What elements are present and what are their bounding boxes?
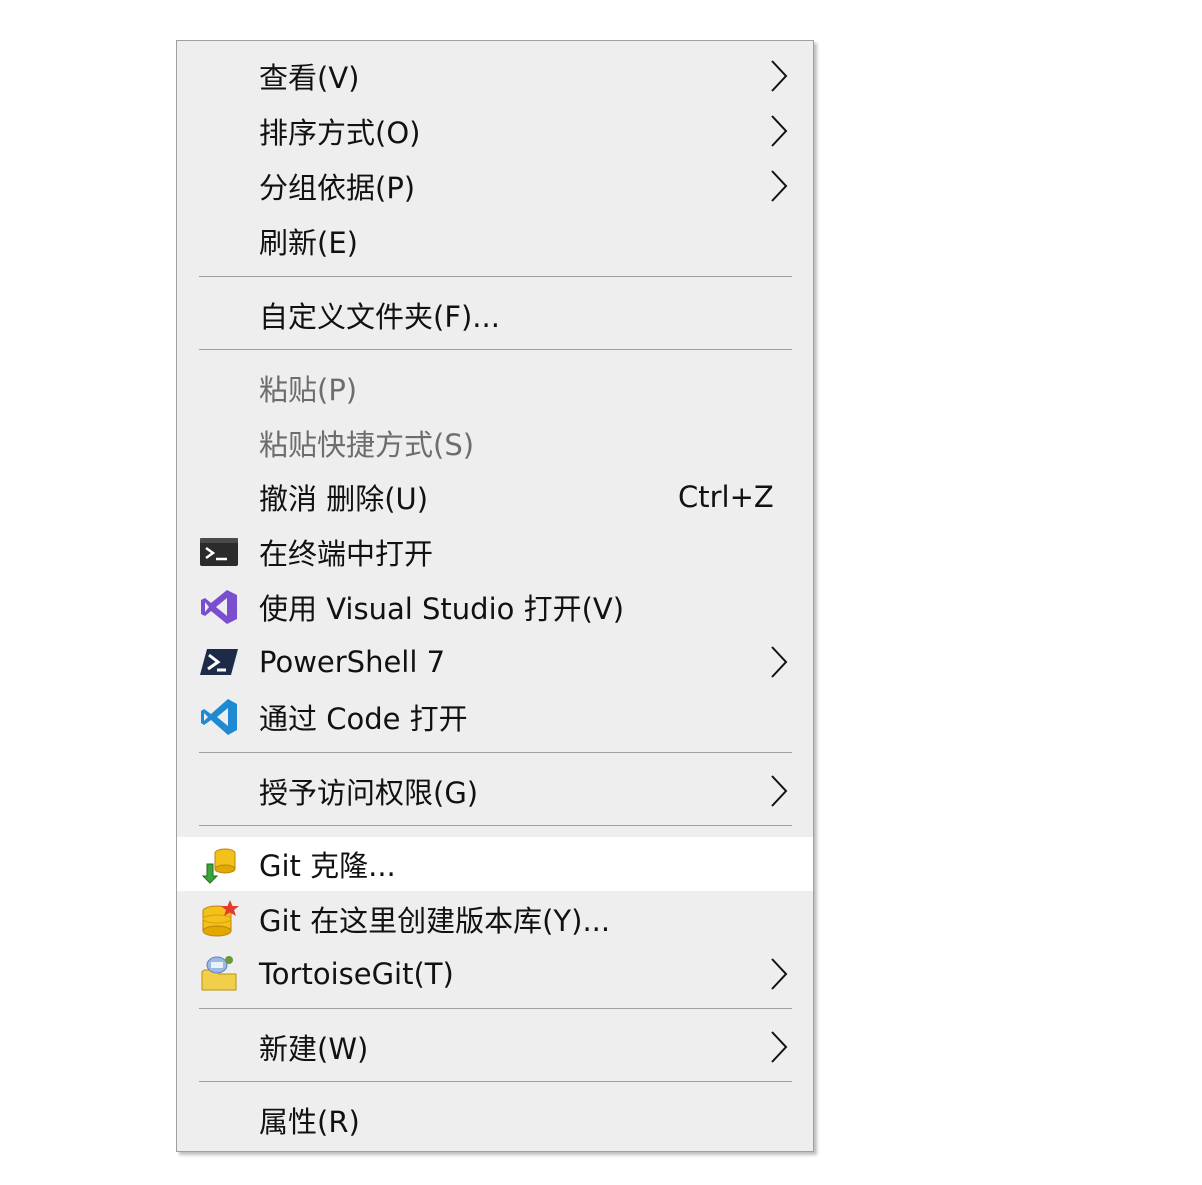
- menu-item-tortoisegit[interactable]: TortoiseGit(T): [177, 947, 813, 1001]
- menu-item-refresh[interactable]: 刷新(E): [177, 214, 813, 268]
- menu-item-new[interactable]: 新建(W): [177, 1020, 813, 1074]
- menu-separator: [199, 276, 792, 277]
- menu-item-label: Git 在这里创建版本库(Y)...: [259, 904, 611, 938]
- chevron-right-icon: [771, 958, 788, 990]
- menu-separator: [199, 1008, 792, 1009]
- menu-item-powershell-7[interactable]: PowerShell 7: [177, 635, 813, 689]
- menu-item-label: 自定义文件夹(F)...: [259, 300, 500, 334]
- menu-item-properties[interactable]: 属性(R): [177, 1093, 813, 1147]
- menu-item-paste: 粘贴(P): [177, 361, 813, 415]
- git-create-repo-icon: [202, 900, 239, 937]
- chevron-right-icon: [771, 60, 788, 92]
- menu-item-label: 排序方式(O): [259, 116, 421, 150]
- context-menu: 查看(V) 排序方式(O) 分组依据(P) 刷新(E) 自定义文件夹(F)...…: [176, 40, 814, 1152]
- powershell-icon: [200, 649, 238, 675]
- visual-studio-icon: [201, 590, 237, 624]
- menu-item-grant-access[interactable]: 授予访问权限(G): [177, 764, 813, 818]
- git-clone-icon: [201, 848, 236, 884]
- chevron-right-icon: [771, 1031, 788, 1063]
- chevron-right-icon: [771, 775, 788, 807]
- chevron-right-icon: [771, 646, 788, 678]
- menu-item-label: 刷新(E): [259, 226, 358, 260]
- menu-item-label: 通过 Code 打开: [259, 702, 468, 736]
- menu-item-label: PowerShell 7: [259, 645, 446, 679]
- menu-item-open-with-code[interactable]: 通过 Code 打开: [177, 690, 813, 744]
- menu-item-label: 使用 Visual Studio 打开(V): [259, 592, 625, 626]
- menu-item-group-by[interactable]: 分组依据(P): [177, 159, 813, 213]
- menu-item-open-in-terminal[interactable]: 在终端中打开: [177, 525, 813, 579]
- menu-item-undo-delete[interactable]: 撤消 删除(U) Ctrl+Z: [177, 470, 813, 524]
- menu-separator: [199, 752, 792, 753]
- menu-item-label: TortoiseGit(T): [259, 957, 454, 991]
- menu-item-customize-folder[interactable]: 自定义文件夹(F)...: [177, 288, 813, 342]
- menu-item-label: 粘贴快捷方式(S): [259, 428, 475, 462]
- menu-item-label: 分组依据(P): [259, 171, 416, 205]
- menu-item-label: 粘贴(P): [259, 373, 358, 407]
- vscode-icon: [201, 699, 237, 735]
- menu-item-label: 属性(R): [259, 1105, 360, 1139]
- menu-item-label: Git 克隆...: [259, 849, 396, 883]
- tortoisegit-icon: [201, 956, 237, 991]
- menu-separator: [199, 825, 792, 826]
- menu-item-sort-by[interactable]: 排序方式(O): [177, 104, 813, 158]
- chevron-right-icon: [771, 170, 788, 202]
- menu-item-paste-shortcut: 粘贴快捷方式(S): [177, 416, 813, 470]
- menu-item-label: 查看(V): [259, 61, 360, 95]
- menu-item-git-create-repo[interactable]: Git 在这里创建版本库(Y)...: [177, 892, 813, 946]
- menu-separator: [199, 1081, 792, 1082]
- menu-item-open-visual-studio[interactable]: 使用 Visual Studio 打开(V): [177, 580, 813, 634]
- menu-item-label: 授予访问权限(G): [259, 776, 479, 810]
- menu-item-label: 新建(W): [259, 1032, 369, 1066]
- menu-item-label: 在终端中打开: [259, 537, 434, 571]
- menu-separator: [199, 349, 792, 350]
- menu-item-view[interactable]: 查看(V): [177, 49, 813, 103]
- menu-item-label: 撤消 删除(U): [259, 482, 429, 516]
- menu-item-git-clone[interactable]: Git 克隆...: [177, 837, 813, 891]
- shortcut-text: Ctrl+Z: [678, 480, 774, 514]
- terminal-icon: [200, 538, 238, 566]
- chevron-right-icon: [771, 115, 788, 147]
